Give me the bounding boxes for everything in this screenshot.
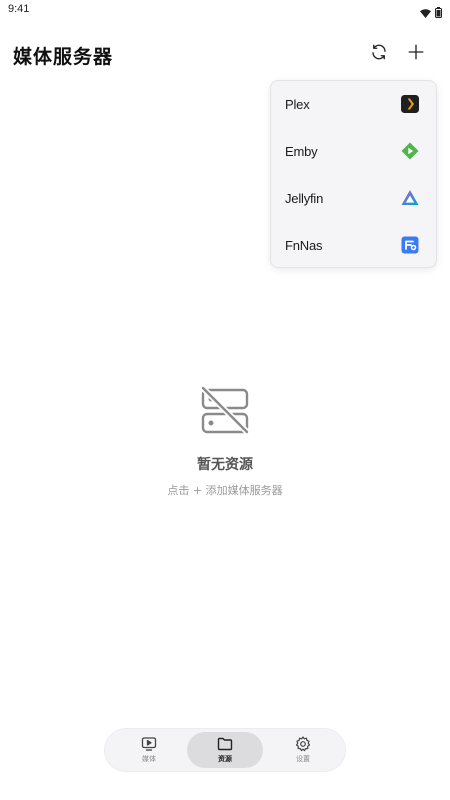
status-icons [420,3,442,22]
bottom-nav: 媒体 资源 设置 [104,728,346,772]
menu-item-emby[interactable]: Emby [271,128,436,174]
menu-item-fnnas[interactable]: FnNas [271,222,436,268]
refresh-button[interactable] [365,40,393,68]
nav-item-media[interactable]: 媒体 [111,732,187,768]
folder-icon [217,736,233,752]
nav-item-resources[interactable]: 资源 [187,732,263,768]
app-header: 媒体服务器 [0,38,450,74]
nav-label: 媒体 [142,755,156,763]
menu-item-jellyfin[interactable]: Jellyfin [271,175,436,221]
menu-item-label: FnNas [285,237,323,253]
emby-icon [399,140,421,162]
status-bar: 9:41 [0,0,450,22]
menu-item-plex[interactable]: Plex [271,81,436,127]
menu-item-label: Jellyfin [285,190,324,206]
fnnas-icon [399,234,421,256]
empty-hint: 点击 + 添加媒体服务器 [167,484,283,497]
nav-item-settings[interactable]: 设置 [265,732,341,768]
battery-icon [435,3,442,22]
add-button[interactable] [402,40,430,68]
empty-title: 暂无资源 [197,457,253,473]
plex-icon [399,93,421,115]
page-title: 媒体服务器 [13,46,114,68]
refresh-icon [370,43,388,65]
media-icon [141,736,157,752]
nav-label: 资源 [218,755,232,763]
wifi-icon [420,3,431,22]
server-off-icon [198,383,252,437]
plus-icon [407,43,425,65]
status-time: 9:41 [8,3,30,15]
server-type-menu: Plex Emby Jellyfin FnNas [270,80,437,268]
nav-label: 设置 [296,755,310,763]
settings-icon [295,736,311,752]
menu-item-label: Emby [285,143,318,159]
jellyfin-icon [399,187,421,209]
menu-item-label: Plex [285,96,310,112]
